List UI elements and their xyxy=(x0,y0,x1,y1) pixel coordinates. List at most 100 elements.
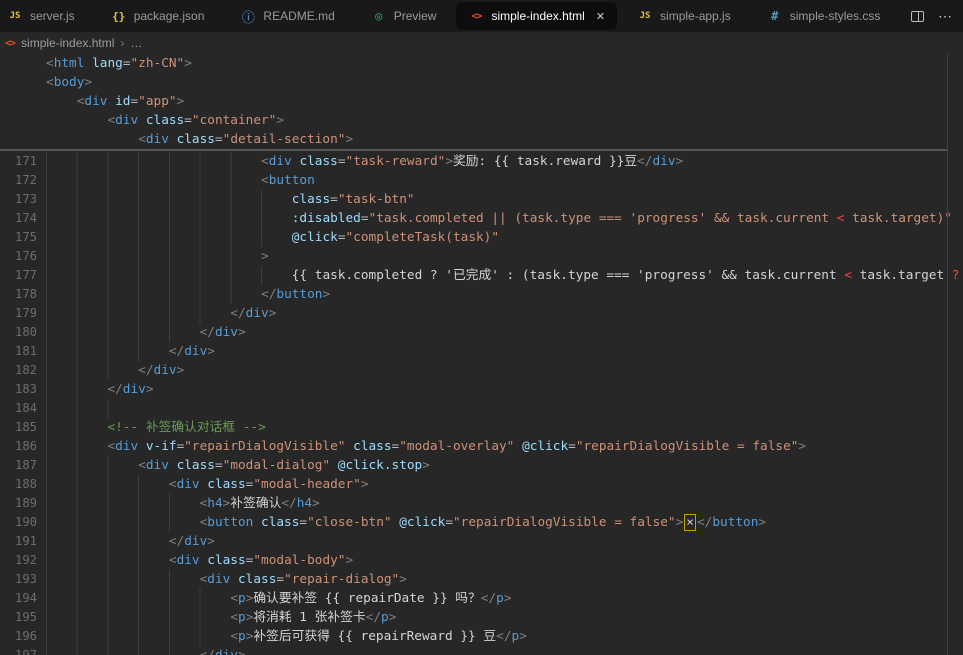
code-line[interactable]: 197 </div> xyxy=(0,646,963,655)
code-token: </ xyxy=(637,154,653,169)
tab-bar: JS server.js {} package.json ⓘ README.md ◎ Prev… xyxy=(0,0,963,32)
line-content: {{ task.completed ? '已完成' : (task.type =… xyxy=(46,266,963,285)
code-token: = xyxy=(214,132,223,147)
code-line[interactable]: 186 <div v-if = "repairDialogVisible" class… xyxy=(0,437,963,456)
preview-file-icon: ◎ xyxy=(375,9,383,23)
code-token: </ xyxy=(230,306,246,321)
tab-simple-app.js[interactable]: JS simple-app.js xyxy=(619,0,749,32)
code-line[interactable]: 182 </div> xyxy=(0,361,963,380)
code-token: < xyxy=(168,477,177,492)
tab-simple-index.html[interactable]: <> simple-index.html ✕ xyxy=(456,2,618,30)
code-line[interactable]: 190 <button class="close-btn" @click="rep… xyxy=(0,513,963,532)
code-token: h4 xyxy=(207,496,223,511)
code-line[interactable]: 189 <h4>补签确认</h4> xyxy=(0,494,963,513)
code-line[interactable]: 179 </div> xyxy=(0,304,963,323)
tab-label: server.js xyxy=(30,9,75,23)
close-icon[interactable]: ✕ xyxy=(596,10,605,23)
code-line[interactable]: 192 <div class="modal-body"> xyxy=(0,551,963,570)
code-token: = xyxy=(337,154,346,169)
code-line[interactable]: 185 <!-- 补签确认对话框 --> xyxy=(0,418,963,437)
code-line[interactable]: 187 <div class="modal-dialog" @click.stop… xyxy=(0,456,963,475)
code-token: button xyxy=(207,515,254,530)
tab-package.json[interactable]: {} package.json xyxy=(93,0,223,32)
breadcrumb-item-file[interactable]: simple-index.html xyxy=(21,36,114,50)
code-line[interactable]: 183 </div> xyxy=(0,380,963,399)
code-line[interactable]: 173 class="task-btn" xyxy=(0,190,963,209)
code-token: @click xyxy=(522,439,569,454)
code-line[interactable]: 178 </button> xyxy=(0,285,963,304)
code-token: > xyxy=(238,648,246,655)
code-token: > xyxy=(176,363,185,378)
line-content: :disabled="task.completed || (task.type … xyxy=(46,209,963,228)
code-line[interactable]: 184 xyxy=(0,399,963,418)
code-line[interactable]: 193 <div class="repair-dialog"> xyxy=(0,570,963,589)
code-token: > xyxy=(388,610,397,625)
code-line[interactable]: 172 <button xyxy=(0,171,963,190)
code-token: × xyxy=(684,514,696,531)
split-editor-icon[interactable] xyxy=(911,10,924,22)
line-content: <h4>补签确认</h4> xyxy=(46,494,963,513)
code-token: @click.stop xyxy=(337,458,423,473)
line-number: 172 xyxy=(14,173,37,187)
sticky-line[interactable]: <body> xyxy=(0,73,963,92)
tab-label: simple-app.js xyxy=(660,9,731,23)
code-token: task.target)" xyxy=(844,211,952,226)
js-file-icon: JS xyxy=(639,11,651,21)
code-token: div xyxy=(268,154,292,169)
line-number: 171 xyxy=(14,154,37,168)
scrollbar-track[interactable] xyxy=(947,54,963,655)
line-content: <div class="detail-section"> xyxy=(46,130,963,149)
sticky-line[interactable]: <div id="app"> xyxy=(0,92,963,111)
line-content: </div> xyxy=(46,380,963,399)
code-line[interactable]: 181 </div> xyxy=(0,342,963,361)
breadcrumb-item-more[interactable]: … xyxy=(130,36,142,50)
code-line[interactable]: 177 {{ task.completed ? '已完成' : (task.typ… xyxy=(0,266,963,285)
more-actions-icon[interactable]: ⋯ xyxy=(938,9,953,23)
tab-Preview[interactable]: ◎ Preview xyxy=(353,0,455,32)
html-file-icon: <> xyxy=(5,37,16,49)
line-content: </div> xyxy=(46,361,963,380)
code-line[interactable]: 196 <p>补签后可获得 {{ repairReward }} 豆</p> xyxy=(0,627,963,646)
code-token: "zh-CN" xyxy=(130,56,185,71)
line-number xyxy=(0,111,37,130)
code-line[interactable]: 174:disabled="task.completed || (task.ty… xyxy=(0,209,963,228)
code-token: p xyxy=(238,591,246,606)
code-token: "repair-dialog" xyxy=(284,572,400,587)
tab-README.md[interactable]: ⓘ README.md xyxy=(222,0,352,32)
braces-file-icon: {} xyxy=(112,9,126,23)
code-token: "modal-body" xyxy=(253,553,346,568)
tab-simple-styles.css[interactable]: # simple-styles.css xyxy=(749,0,899,32)
code-token: class xyxy=(145,113,185,128)
code-token: class xyxy=(261,515,300,530)
code-line[interactable]: 191 </div> xyxy=(0,532,963,551)
line-number: 183 xyxy=(14,382,37,396)
sticky-line[interactable]: <html lang="zh-CN"> xyxy=(0,54,963,73)
code-token: div xyxy=(122,382,146,397)
sticky-line[interactable]: <div class="detail-section"> xyxy=(0,130,963,149)
sticky-line[interactable]: <div class="container"> xyxy=(0,111,963,130)
code-token: = xyxy=(122,56,131,71)
code-line[interactable]: 176 > xyxy=(0,247,963,266)
code-token: > xyxy=(445,154,453,169)
line-number xyxy=(0,92,37,111)
code-token: > xyxy=(184,56,192,71)
code-token: div xyxy=(652,154,676,169)
code-token: "modal-overlay" xyxy=(399,439,515,454)
code-line[interactable]: 194 <p>确认要补签 {{ repairDate }} 吗？</p> xyxy=(0,589,963,608)
code-token: div xyxy=(153,363,177,378)
code-token: > xyxy=(322,287,331,302)
line-number xyxy=(0,73,37,92)
code-line[interactable]: 195 <p>将消耗 1 张补签卡</p> xyxy=(0,608,963,627)
code-token: </ xyxy=(199,325,215,340)
code-line[interactable]: 171 <div class="task-reward">奖励: {{ task.… xyxy=(0,152,963,171)
code-token: </ xyxy=(480,591,497,606)
tab-server.js[interactable]: JS server.js xyxy=(0,0,93,32)
code-line[interactable]: 188 <div class="modal-header"> xyxy=(0,475,963,494)
code-token: div xyxy=(176,553,200,568)
code-line[interactable]: 180 </div> xyxy=(0,323,963,342)
code-token: = xyxy=(214,458,223,473)
code-line[interactable]: 175 @click="completeTask(task)" xyxy=(0,228,963,247)
